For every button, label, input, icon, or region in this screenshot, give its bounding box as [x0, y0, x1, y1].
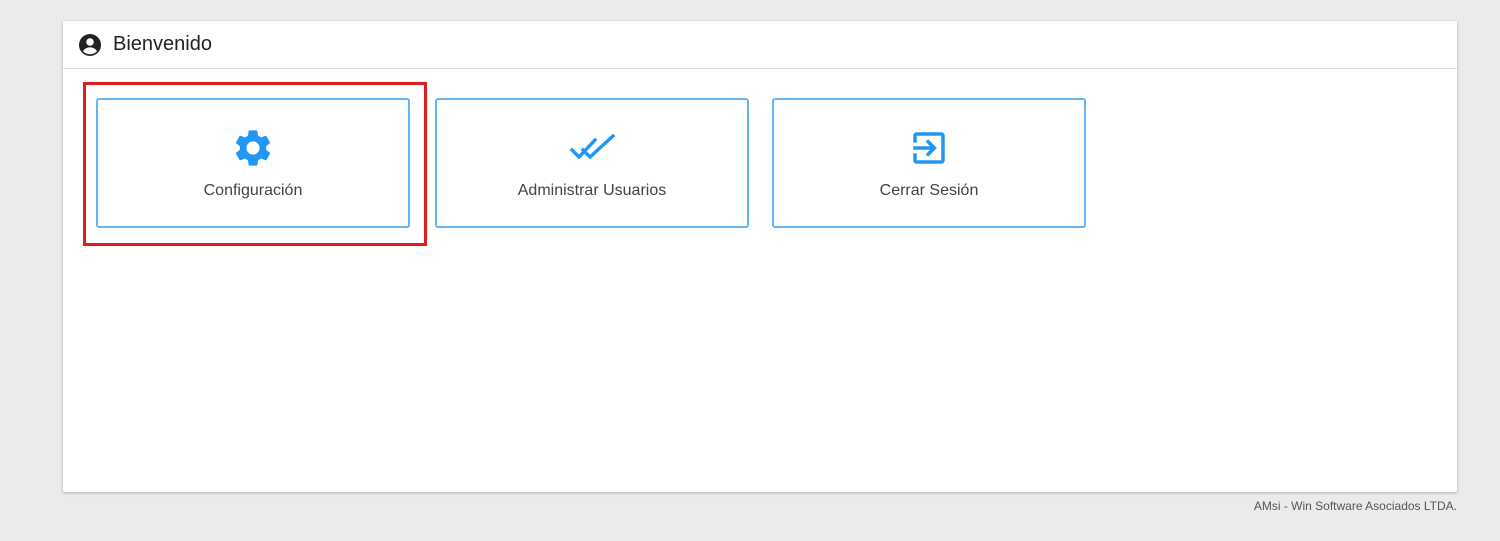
configuracion-button[interactable]: Configuración: [96, 98, 410, 228]
footer-text: AMsi - Win Software Asociados LTDA.: [1253, 499, 1457, 513]
administrar-usuarios-button[interactable]: Administrar Usuarios: [435, 98, 749, 228]
configuracion-label: Configuración: [203, 182, 303, 199]
gear-icon: [229, 124, 277, 172]
account-circle-icon: [78, 33, 102, 57]
administrar-usuarios-label: Administrar Usuarios: [517, 182, 667, 199]
double-check-icon: [568, 124, 616, 172]
cerrar-sesion-label: Cerrar Sesión: [879, 182, 979, 199]
exit-to-app-icon: [905, 124, 953, 172]
page-title: Bienvenido: [113, 33, 212, 55]
welcome-panel: Bienvenido Configuración Administrar Usu…: [63, 21, 1457, 492]
cerrar-sesion-button[interactable]: Cerrar Sesión: [772, 98, 1086, 228]
panel-header: Bienvenido: [63, 21, 1457, 69]
